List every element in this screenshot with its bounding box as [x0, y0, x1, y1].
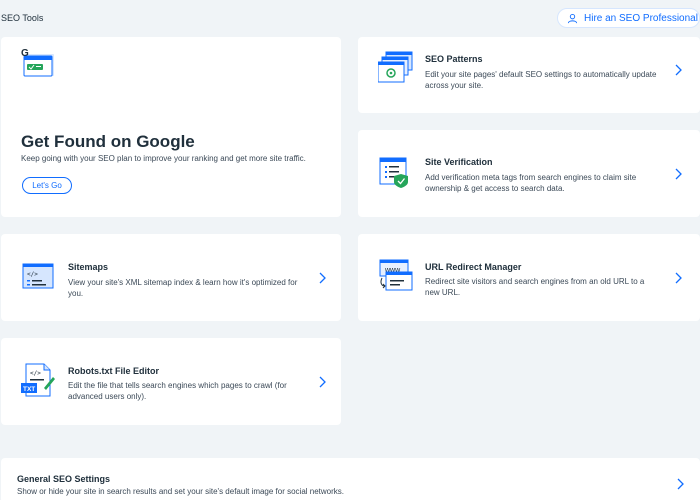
robots-txt-description: Edit the file that tells search engines … — [68, 381, 287, 401]
txt-label: TXT — [23, 386, 35, 393]
lets-go-button[interactable]: Let's Go — [22, 177, 72, 194]
hire-seo-professional-button[interactable]: Hire an SEO Professional — [557, 8, 700, 28]
chevron-right-icon — [675, 64, 682, 76]
person-icon — [567, 13, 578, 23]
chevron-right-icon — [675, 168, 682, 180]
general-seo-settings-description: Show or hide your site in search results… — [17, 487, 345, 496]
chevron-right-icon — [319, 272, 326, 284]
page-title: SEO Tools — [1, 13, 44, 23]
svg-text:</>: </> — [30, 370, 41, 377]
seo-patterns-card[interactable]: SEO Patterns Edit your site pages' defau… — [358, 37, 700, 113]
robots-txt-title: Robots.txt File Editor — [68, 366, 159, 376]
site-verification-description: Add verification meta tags from search e… — [425, 173, 637, 193]
top-bar: SEO Tools Hire an SEO Professional — [0, 0, 700, 36]
url-redirect-description: Redirect site visitors and search engine… — [425, 277, 645, 297]
seo-patterns-icon — [378, 51, 413, 83]
url-redirect-manager-card[interactable]: www URL Redirect Manager Redirect site v… — [358, 234, 700, 321]
google-letter: G — [21, 48, 29, 59]
hire-button-label: Hire an SEO Professional — [584, 12, 698, 24]
robots-txt-editor-card[interactable]: </> TXT Robots.txt File Editor Edit the … — [1, 338, 341, 425]
seo-patterns-title: SEO Patterns — [425, 54, 483, 64]
url-redirect-title: URL Redirect Manager — [425, 262, 522, 272]
sitemaps-card[interactable]: </> Sitemaps View your site's XML sitema… — [1, 234, 341, 321]
chevron-right-icon — [319, 376, 326, 388]
sitemaps-icon: </> — [22, 263, 54, 289]
hero-description: Keep going with your SEO plan to improve… — [21, 154, 306, 163]
general-seo-settings-title: General SEO Settings — [17, 474, 111, 484]
sitemaps-description: View your site's XML sitemap index & lea… — [68, 278, 298, 298]
hero-title: Get Found on Google — [21, 132, 195, 151]
svg-text:</>: </> — [27, 271, 38, 278]
seo-patterns-description: Edit your site pages' default SEO settin… — [425, 70, 657, 90]
chevron-right-icon — [677, 478, 684, 490]
get-found-on-google-card: G Get Found on Google Keep going with yo… — [1, 37, 341, 217]
robots-txt-icon: </> TXT — [21, 363, 55, 397]
google-search-icon: G — [21, 48, 54, 77]
sitemaps-title: Sitemaps — [68, 262, 109, 272]
site-verification-icon — [379, 157, 408, 188]
site-verification-title: Site Verification — [425, 157, 493, 167]
site-verification-card[interactable]: Site Verification Add verification meta … — [358, 130, 700, 217]
chevron-right-icon — [675, 272, 682, 284]
general-seo-settings-card[interactable]: General SEO Settings Show or hide your s… — [1, 458, 700, 500]
url-redirect-icon: www — [379, 259, 413, 291]
